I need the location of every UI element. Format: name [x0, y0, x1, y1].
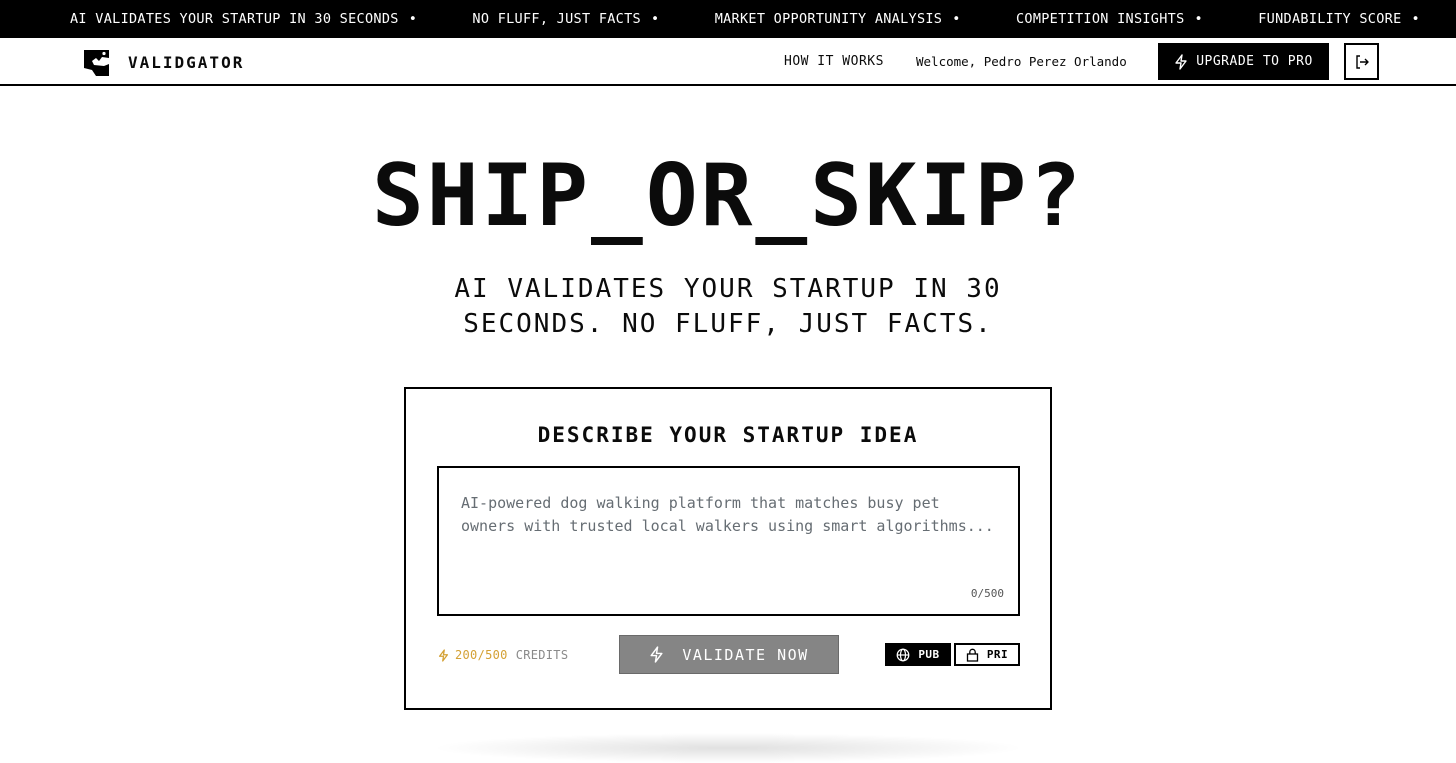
hero-subtitle: AI VALIDATES YOUR STARTUP IN 30 SECONDS.…	[454, 274, 1002, 339]
credits-amount: 200/500	[455, 648, 508, 662]
brand-name: VALIDGATOR	[128, 52, 245, 72]
card-shadow	[430, 733, 1026, 763]
visibility-private-label: PRI	[986, 648, 1009, 661]
ticker-item: MARKET OPPORTUNITY ANALYSIS •	[714, 11, 961, 27]
validate-now-button[interactable]: VALIDATE NOW	[619, 635, 839, 674]
ticker-item: COMPETITION INSIGHTS •	[1015, 11, 1203, 27]
lightning-icon	[1175, 53, 1187, 70]
ticker-item: FUNDABILITY SCORE •	[1258, 11, 1420, 27]
ticker-separator: •	[1194, 11, 1203, 27]
logout-icon	[1355, 54, 1369, 69]
ticker-bar: AI VALIDATES YOUR STARTUP IN 30 SECONDS •…	[0, 0, 1456, 38]
brand-logo[interactable]: VALIDGATOR	[82, 47, 244, 77]
navbar: VALIDGATOR HOW IT WORKS Welcome, Pedro P…	[0, 38, 1456, 86]
char-counter: 0/500	[970, 587, 1004, 600]
credits-label: CREDITS	[515, 648, 569, 662]
upgrade-to-pro-button[interactable]: UPGRADE TO PRO	[1158, 43, 1329, 80]
logout-button[interactable]	[1344, 43, 1379, 80]
validate-label: VALIDATE NOW	[682, 645, 809, 664]
gator-logo-icon	[84, 50, 109, 76]
welcome-text: Welcome, Pedro Perez Orlando	[916, 54, 1127, 69]
form-title: DESCRIBE YOUR STARTUP IDEA	[537, 423, 919, 447]
visibility-public-toggle[interactable]: PUB	[885, 643, 951, 666]
lightning-icon	[438, 648, 449, 662]
idea-textarea-wrapper: 0/500	[437, 466, 1020, 616]
ticker-separator: •	[650, 11, 660, 27]
idea-input[interactable]	[439, 468, 1018, 614]
visibility-public-label: PUB	[918, 648, 940, 661]
how-it-works-link[interactable]: HOW IT WORKS	[784, 54, 884, 69]
ticker-item: NO FLUFF, JUST FACTS •	[472, 11, 660, 27]
visibility-private-toggle[interactable]: PRI	[954, 643, 1020, 666]
idea-form-card: DESCRIBE YOUR STARTUP IDEA 0/500 200/500…	[404, 387, 1052, 710]
ticker-separator: •	[952, 11, 961, 27]
ticker-item: AI VALIDATES YOUR STARTUP IN 30 SECONDS •	[70, 11, 418, 27]
globe-icon	[896, 648, 910, 661]
credits-indicator: 200/500 CREDITS	[438, 648, 568, 662]
hero-title: SHIP_OR_SKIP?	[371, 146, 1085, 246]
lightning-icon	[650, 646, 663, 663]
upgrade-label: UPGRADE TO PRO	[1196, 54, 1313, 69]
ticker-separator: •	[408, 11, 418, 27]
lock-icon	[966, 648, 978, 662]
ticker-separator: •	[1411, 11, 1420, 27]
